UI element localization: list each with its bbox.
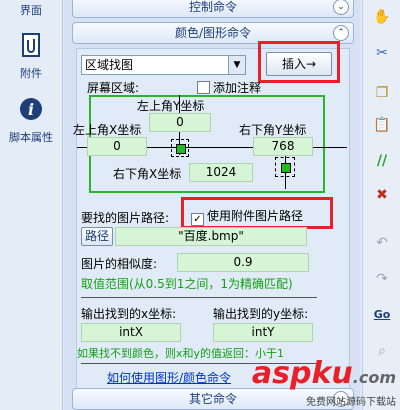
section-control-commands[interactable]: 控制命令 ⌄	[72, 0, 354, 18]
sidebar-item-script-properties[interactable]: i 脚本属性	[0, 96, 62, 145]
command-select-value: 区域找图	[85, 58, 134, 72]
chevron-down-icon: ▼	[228, 56, 245, 74]
use-attachment-checkbox[interactable]: ✓ 使用附件图片路径	[191, 207, 303, 226]
sidebar-item-label: 界面	[20, 4, 42, 17]
right-toolbar: ✋ ✂ ❐ 📋 // ✖ ↶ ↷ Go ⌕	[362, 0, 400, 410]
output-x-field[interactable]: intX	[81, 323, 181, 342]
sidebar-item-ui[interactable]: 界面	[0, 2, 62, 18]
bottom-right-y-field[interactable]: 768	[253, 137, 313, 156]
divider	[81, 297, 317, 298]
insert-button[interactable]: 插入→	[266, 52, 332, 76]
help-link[interactable]: 如何使用图形/颜色命令	[107, 369, 231, 386]
command-select[interactable]: 区域找图 ▼	[81, 55, 246, 75]
bottom-right-y-label: 右下角Y坐标	[239, 123, 307, 137]
scissors-icon[interactable]: ✂	[373, 44, 391, 62]
redo-icon[interactable]: ↷	[373, 270, 391, 288]
top-left-target-icon	[171, 139, 189, 157]
command-panel: 控制命令 ⌄ 颜色/图形命令 ⌃ 区域找图 ▼ 插入→ 屏幕区域: 添加注释 左…	[64, 0, 360, 410]
path-button-label: 路径	[84, 229, 109, 243]
add-comment-checkbox[interactable]: 添加注释	[197, 79, 261, 96]
image-path-label: 要找的图片路径:	[81, 211, 170, 225]
sidebar-item-label: 脚本属性	[9, 131, 53, 144]
left-sidebar: 界面 附件 i 脚本属性	[0, 0, 63, 410]
section-title: 其它命令	[188, 392, 237, 406]
checkbox-checked-icon: ✓	[191, 213, 204, 226]
screen-area-label: 屏幕区域:	[87, 81, 140, 95]
top-left-x-label: 左上角X坐标	[73, 123, 142, 137]
sidebar-item-attachment[interactable]: 附件	[0, 32, 62, 81]
bottom-right-x-label: 右下角X坐标	[113, 167, 182, 181]
attachment-icon	[0, 32, 62, 61]
path-button[interactable]: 路径	[81, 227, 113, 246]
comment-icon[interactable]: //	[373, 152, 391, 170]
color-command-form: 区域找图 ▼ 插入→ 屏幕区域: 添加注释 左上角Y坐标 0 左上角X坐标 0 …	[73, 41, 350, 390]
top-left-y-label: 左上角Y坐标	[137, 99, 205, 113]
checkbox-icon	[197, 81, 210, 94]
similarity-label: 图片的相似度:	[81, 257, 158, 271]
section-title: 控制命令	[188, 0, 237, 14]
bottom-right-target-icon	[275, 157, 295, 177]
output-y-label: 输出找到的y坐标:	[213, 307, 309, 321]
svg-text:i: i	[28, 100, 34, 119]
undo-icon[interactable]: ↶	[373, 234, 391, 252]
watermark-logo: aspku.com	[252, 359, 396, 393]
uncomment-icon[interactable]: ✖	[373, 186, 391, 204]
similarity-field[interactable]: 0.9	[177, 253, 309, 272]
goto-icon[interactable]: Go	[373, 306, 391, 324]
bottom-right-x-field[interactable]: 1024	[189, 163, 253, 182]
top-left-y-field[interactable]: 0	[149, 113, 211, 132]
chevron-down-icon[interactable]: ⌄	[333, 0, 349, 15]
output-y-field[interactable]: intY	[213, 323, 313, 342]
hand-icon[interactable]: ✋	[373, 8, 391, 26]
find-icon[interactable]: ⌕	[373, 342, 391, 360]
range-hint: 取值范围(从0.5到1之间，1为精确匹配)	[81, 277, 293, 291]
top-left-x-field[interactable]: 0	[87, 137, 147, 156]
info-icon: i	[0, 96, 62, 125]
image-path-field[interactable]: "百度.bmp"	[115, 227, 307, 246]
section-title: 颜色/图形命令	[174, 26, 252, 40]
chevron-up-icon[interactable]: ⌃	[333, 25, 349, 41]
add-comment-label: 添加注释	[213, 81, 262, 95]
sidebar-item-label: 附件	[20, 67, 42, 80]
paste-icon[interactable]: 📋	[373, 116, 391, 134]
watermark-tagline: 免费网站源码下载站	[306, 397, 396, 408]
insert-button-label: 插入→	[281, 57, 317, 71]
watermark-tld: .com	[352, 368, 396, 387]
watermark-brand: aspku	[251, 356, 353, 391]
watermark: aspku.com 免费网站源码下载站	[252, 359, 396, 409]
use-attachment-label: 使用附件图片路径	[207, 209, 304, 223]
copy-icon[interactable]: ❐	[373, 84, 391, 102]
output-x-label: 输出找到的x坐标:	[81, 307, 177, 321]
